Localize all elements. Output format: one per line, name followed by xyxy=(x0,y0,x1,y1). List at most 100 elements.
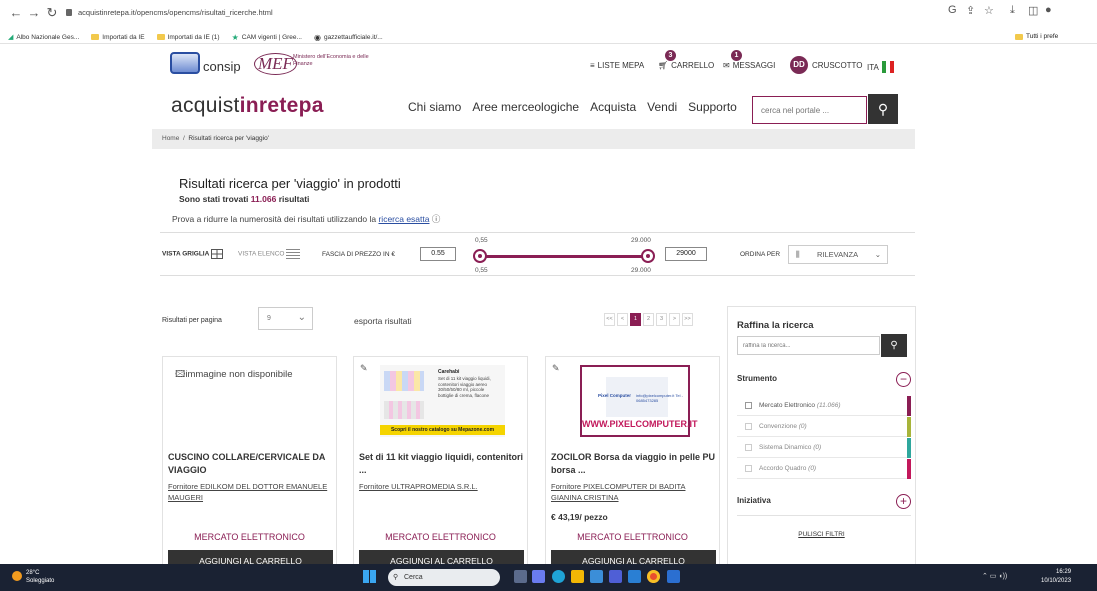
iniziativa-heading[interactable]: Iniziativa xyxy=(737,496,771,505)
language-select[interactable]: ITA xyxy=(867,61,894,73)
word-icon[interactable] xyxy=(667,570,680,583)
chrome-icon[interactable] xyxy=(647,570,660,583)
liste-mepa-link[interactable]: ≡ LISTE MEPA xyxy=(590,61,644,70)
window-icon[interactable]: ◫ xyxy=(1028,4,1038,17)
checkbox[interactable] xyxy=(745,423,752,430)
filter-option[interactable]: Mercato Elettronico (11.066) xyxy=(737,396,911,416)
nav-acquista[interactable]: Acquista xyxy=(590,100,636,114)
expand-icon[interactable]: + xyxy=(896,494,911,509)
sort-select[interactable]: ⫼ RILEVANZA ⌄ xyxy=(788,245,888,264)
edit-icon[interactable]: ✎ xyxy=(552,363,560,374)
product-image[interactable]: Carehabi Set di 11 kit viaggio liquidi, … xyxy=(380,365,505,437)
page-3[interactable]: 3 xyxy=(656,313,667,326)
share-icon[interactable]: ⇪ xyxy=(966,4,975,17)
clear-filters-link[interactable]: PULISCI FILTRI xyxy=(728,531,915,538)
collapse-icon[interactable]: − xyxy=(896,372,911,387)
nav-supporto[interactable]: Supporto xyxy=(688,100,737,114)
nav-vendi[interactable]: Vendi xyxy=(647,100,677,114)
bookmark-item[interactable]: ◉ gazzettaufficiale.it/... xyxy=(314,33,383,42)
windows-start-icon[interactable] xyxy=(363,570,376,583)
edge-icon[interactable] xyxy=(552,570,565,583)
grid-view-toggle[interactable]: VISTA GRIGLIA xyxy=(162,249,223,259)
store-icon[interactable] xyxy=(590,570,603,583)
price-max-input[interactable]: 29000 xyxy=(665,247,707,261)
photos-icon[interactable] xyxy=(609,570,622,583)
list-view-toggle[interactable]: VISTA ELENCO xyxy=(238,249,301,259)
weather-widget[interactable]: 28°C Soleggiato xyxy=(12,569,54,585)
search-icon[interactable]: ⚲ xyxy=(881,334,907,357)
product-name[interactable]: Set di 11 kit viaggio liquidi, contenito… xyxy=(359,451,524,477)
task-view-icon[interactable] xyxy=(514,570,527,583)
checkbox[interactable] xyxy=(745,444,752,451)
refine-title: Raffina la ricerca xyxy=(737,320,814,331)
slider-max-handle[interactable] xyxy=(641,249,655,263)
clock[interactable]: 16:29 10/10/2023 xyxy=(1041,568,1071,586)
site-logo[interactable]: acquistinretepa xyxy=(171,94,324,118)
product-image[interactable]: Pixel Computer info@pixelcomputer.it Tel… xyxy=(580,365,698,437)
breadcrumb-current: Risultati ricerca per 'viaggio' xyxy=(188,135,269,142)
folder-icon xyxy=(91,34,100,40)
page-next[interactable]: > xyxy=(669,313,680,326)
reload-icon[interactable]: ↻ xyxy=(44,5,60,21)
consip-logo[interactable] xyxy=(170,52,200,74)
globe-icon: ◉ xyxy=(313,32,321,42)
refine-search-input[interactable] xyxy=(737,336,880,355)
bookmark-item[interactable]: Importati da IE (1) xyxy=(156,34,220,41)
filter-option[interactable]: Convenzione (0) xyxy=(737,417,911,437)
page-prev[interactable]: < xyxy=(617,313,628,326)
price-min-input[interactable]: 0.55 xyxy=(420,247,456,261)
market-label: MERCATO ELETTRONICO xyxy=(194,532,305,542)
messages-link[interactable]: ✉ MESSAGGI xyxy=(723,61,775,70)
page-2[interactable]: 2 xyxy=(643,313,654,326)
supplier-link[interactable]: Fornitore EDILKOM DEL DOTTOR EMANUELE MA… xyxy=(168,481,333,503)
nav-aree-merceologiche[interactable]: Aree merceologiche xyxy=(472,100,579,114)
download-icon[interactable]: ⤓ xyxy=(1010,4,1015,17)
taskbar-search[interactable]: ⚲ Cerca xyxy=(388,569,500,586)
per-page-select[interactable]: 9 ⌄ xyxy=(258,307,313,330)
bookmark-item[interactable]: ★ CAM vigenti | Gree... xyxy=(232,33,302,42)
chevron-down-icon: ⌄ xyxy=(297,312,306,323)
cart-link[interactable]: 🛒︎ CARRELLO xyxy=(658,61,714,70)
bookmarks-all[interactable]: Tutti i prefe xyxy=(1015,33,1058,40)
filter-option[interactable]: Accordo Quadro (0) xyxy=(737,459,911,479)
market-label: MERCATO ELETTRONICO xyxy=(577,532,688,542)
system-tray[interactable]: ⌃ ▭ ◖)) xyxy=(982,572,1007,580)
mef-logo[interactable]: MEF xyxy=(254,53,297,75)
profile-icon[interactable]: ● xyxy=(1045,4,1052,16)
checkbox[interactable] xyxy=(745,465,752,472)
file-explorer-icon[interactable] xyxy=(571,570,584,583)
back-icon[interactable]: ← xyxy=(8,5,24,20)
outlook-icon[interactable] xyxy=(628,570,641,583)
nav-chi-siamo[interactable]: Chi siamo xyxy=(408,100,461,114)
portal-search-input[interactable] xyxy=(752,96,867,124)
google-icon[interactable]: G xyxy=(948,4,957,16)
teams-icon[interactable] xyxy=(532,570,545,583)
exact-search-link[interactable]: ricerca esatta xyxy=(378,214,429,224)
breadcrumb-home[interactable]: Home xyxy=(162,135,179,142)
edit-icon[interactable]: ✎ xyxy=(360,363,368,374)
color-bar xyxy=(907,438,911,458)
page-first[interactable]: << xyxy=(604,313,615,326)
address-bar[interactable]: acquistinretepa.it/opencms/opencms/risul… xyxy=(66,8,273,17)
strumento-heading[interactable]: Strumento xyxy=(737,374,777,383)
bookmark-item[interactable]: Importati da IE xyxy=(91,34,145,41)
forward-icon[interactable]: → xyxy=(26,5,42,20)
product-name[interactable]: CUSCINO COLLARE/CERVICALE DA VIAGGIO xyxy=(168,451,333,477)
search-icon[interactable]: ⚲ xyxy=(868,94,898,124)
cruscotto-link[interactable]: CRUSCOTTO xyxy=(812,61,863,70)
cart-badge: 3 xyxy=(665,50,676,61)
price-slider-track[interactable] xyxy=(480,255,650,258)
star-icon[interactable]: ☆ xyxy=(984,4,994,17)
supplier-link[interactable]: Fornitore PIXELCOMPUTER DI BADITA GIANIN… xyxy=(551,481,716,503)
filter-option[interactable]: Sistema Dinamico (0) xyxy=(737,438,911,458)
slider-min-handle[interactable] xyxy=(473,249,487,263)
supplier-link[interactable]: Fornitore ULTRAPROMEDIA S.R.L. xyxy=(359,481,524,492)
export-results-link[interactable]: esporta risultati xyxy=(354,316,412,326)
checkbox[interactable] xyxy=(745,402,752,409)
page-1[interactable]: 1 xyxy=(630,313,641,326)
page-last[interactable]: >> xyxy=(682,313,693,326)
avatar[interactable]: DD xyxy=(790,56,808,74)
product-name[interactable]: ZOCILOR Borsa da viaggio in pelle PU bor… xyxy=(551,451,716,477)
bookmark-item[interactable]: ◢ Albo Nazionale Ges... xyxy=(8,33,79,42)
filter-bar: VISTA GRIGLIA VISTA ELENCO FASCIA DI PRE… xyxy=(160,232,915,276)
